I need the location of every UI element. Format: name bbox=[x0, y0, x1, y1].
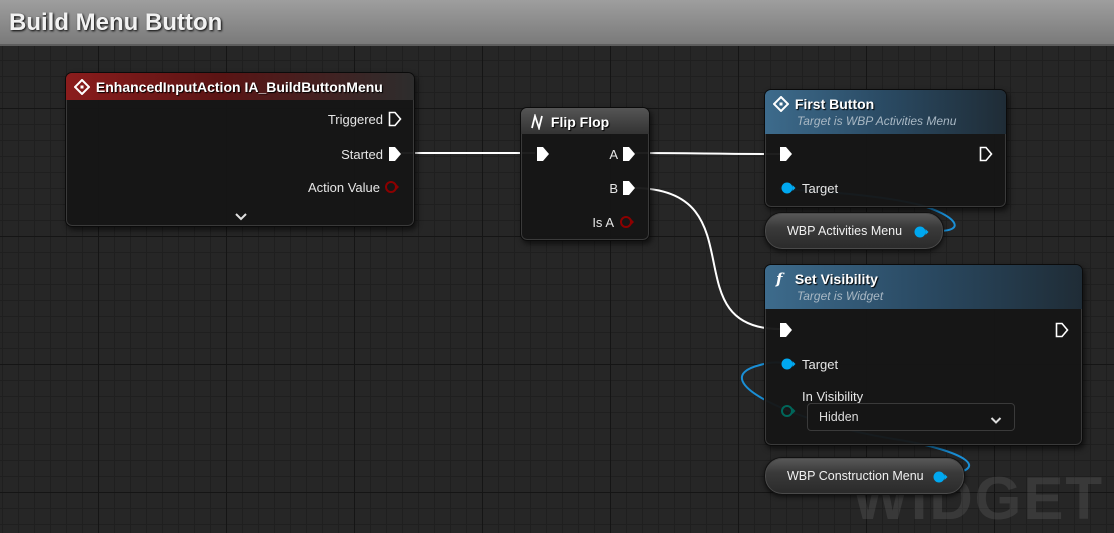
wbp-activities-menu-variable[interactable]: WBP Activities Menu bbox=[764, 212, 944, 250]
first-button-target-label: Target bbox=[802, 181, 839, 196]
exec-wire-b-to-set-visibility bbox=[632, 187, 781, 330]
first-button-exec-in-pin[interactable] bbox=[779, 146, 793, 167]
set-visibility-target-label: Target bbox=[802, 357, 839, 372]
input-action-node-title: EnhancedInputAction IA_BuildButtonMenu bbox=[95, 79, 383, 96]
triggered-pin-label: Triggered bbox=[327, 112, 383, 127]
action-value-pin-label: Action Value bbox=[307, 180, 380, 195]
triggered-exec-pin[interactable] bbox=[388, 111, 402, 132]
chevron-down-icon bbox=[990, 412, 1002, 430]
activities-menu-output-pin[interactable] bbox=[913, 225, 929, 244]
set-visibility-exec-out-pin[interactable] bbox=[1055, 322, 1069, 343]
set-visibility-node[interactable]: f Set Visibility Target is Widget Target… bbox=[764, 264, 1083, 446]
a-exec-out-pin[interactable] bbox=[622, 146, 636, 167]
first-button-node-header: First Button Target is WBP Activities Me… bbox=[765, 90, 1006, 134]
first-button-node[interactable]: First Button Target is WBP Activities Me… bbox=[764, 89, 1007, 208]
set-visibility-target-pin[interactable] bbox=[780, 357, 796, 376]
first-button-node-title: First Button bbox=[794, 96, 875, 113]
flip-flop-exec-in-pin[interactable] bbox=[536, 146, 550, 167]
flip-flop-node-title: Flip Flop bbox=[550, 114, 610, 131]
in-visibility-pin[interactable] bbox=[780, 404, 796, 423]
flipflop-icon bbox=[529, 113, 545, 132]
is-a-pin[interactable] bbox=[619, 215, 635, 234]
flip-flop-node[interactable]: Flip Flop A B Is A bbox=[520, 107, 650, 241]
in-visibility-dropdown[interactable]: Hidden bbox=[807, 403, 1015, 431]
b-pin-label: B bbox=[609, 181, 618, 196]
event-diamond-icon bbox=[73, 78, 91, 96]
action-value-pin[interactable] bbox=[384, 180, 400, 199]
svg-text:f: f bbox=[775, 271, 785, 287]
chevron-down-icon[interactable] bbox=[234, 209, 248, 227]
set-visibility-node-subtitle: Target is Widget bbox=[797, 289, 884, 304]
set-visibility-node-header: f Set Visibility Target is Widget bbox=[765, 265, 1082, 309]
construction-menu-output-pin[interactable] bbox=[932, 470, 948, 489]
activities-menu-variable-label: WBP Activities Menu bbox=[787, 224, 903, 238]
in-visibility-value: Hidden bbox=[819, 410, 859, 424]
set-visibility-node-title: Set Visibility bbox=[794, 271, 878, 288]
exec-wire-a-to-first-button bbox=[632, 152, 781, 155]
b-exec-out-pin[interactable] bbox=[622, 180, 636, 201]
in-visibility-label: In Visibility bbox=[802, 389, 864, 404]
started-exec-pin[interactable] bbox=[388, 146, 402, 167]
is-a-pin-label: Is A bbox=[592, 215, 614, 230]
construction-menu-variable-label: WBP Construction Menu bbox=[787, 469, 924, 483]
first-button-exec-out-pin[interactable] bbox=[979, 146, 993, 167]
input-action-node-header: EnhancedInputAction IA_BuildButtonMenu bbox=[66, 73, 414, 100]
started-pin-label: Started bbox=[341, 147, 383, 162]
function-icon: f bbox=[773, 270, 789, 288]
first-button-node-subtitle: Target is WBP Activities Menu bbox=[797, 114, 957, 129]
wbp-construction-menu-variable[interactable]: WBP Construction Menu bbox=[764, 457, 965, 495]
first-button-target-pin[interactable] bbox=[780, 181, 796, 200]
flip-flop-node-header: Flip Flop bbox=[521, 108, 649, 134]
event-diamond-icon bbox=[772, 95, 790, 113]
enhanced-input-action-node[interactable]: EnhancedInputAction IA_BuildButtonMenu T… bbox=[65, 72, 415, 227]
a-pin-label: A bbox=[609, 147, 618, 162]
set-visibility-exec-in-pin[interactable] bbox=[779, 322, 793, 343]
